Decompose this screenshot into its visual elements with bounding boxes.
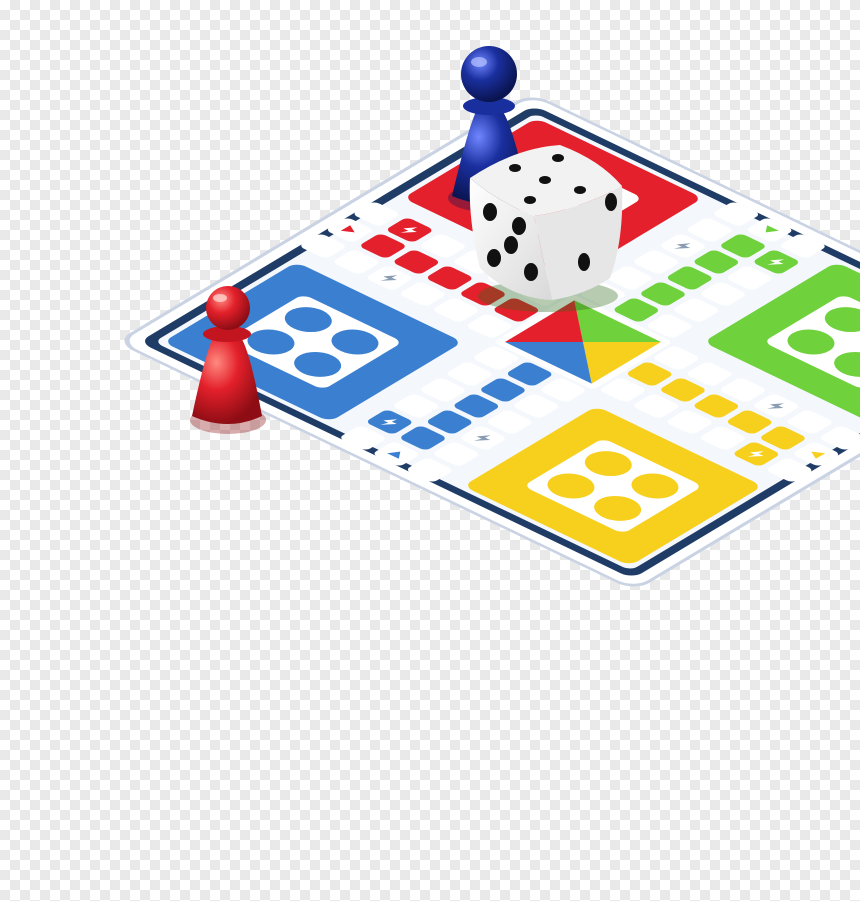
dice[interactable]: [469, 145, 623, 312]
ludo-game-scene: [124, 46, 860, 587]
